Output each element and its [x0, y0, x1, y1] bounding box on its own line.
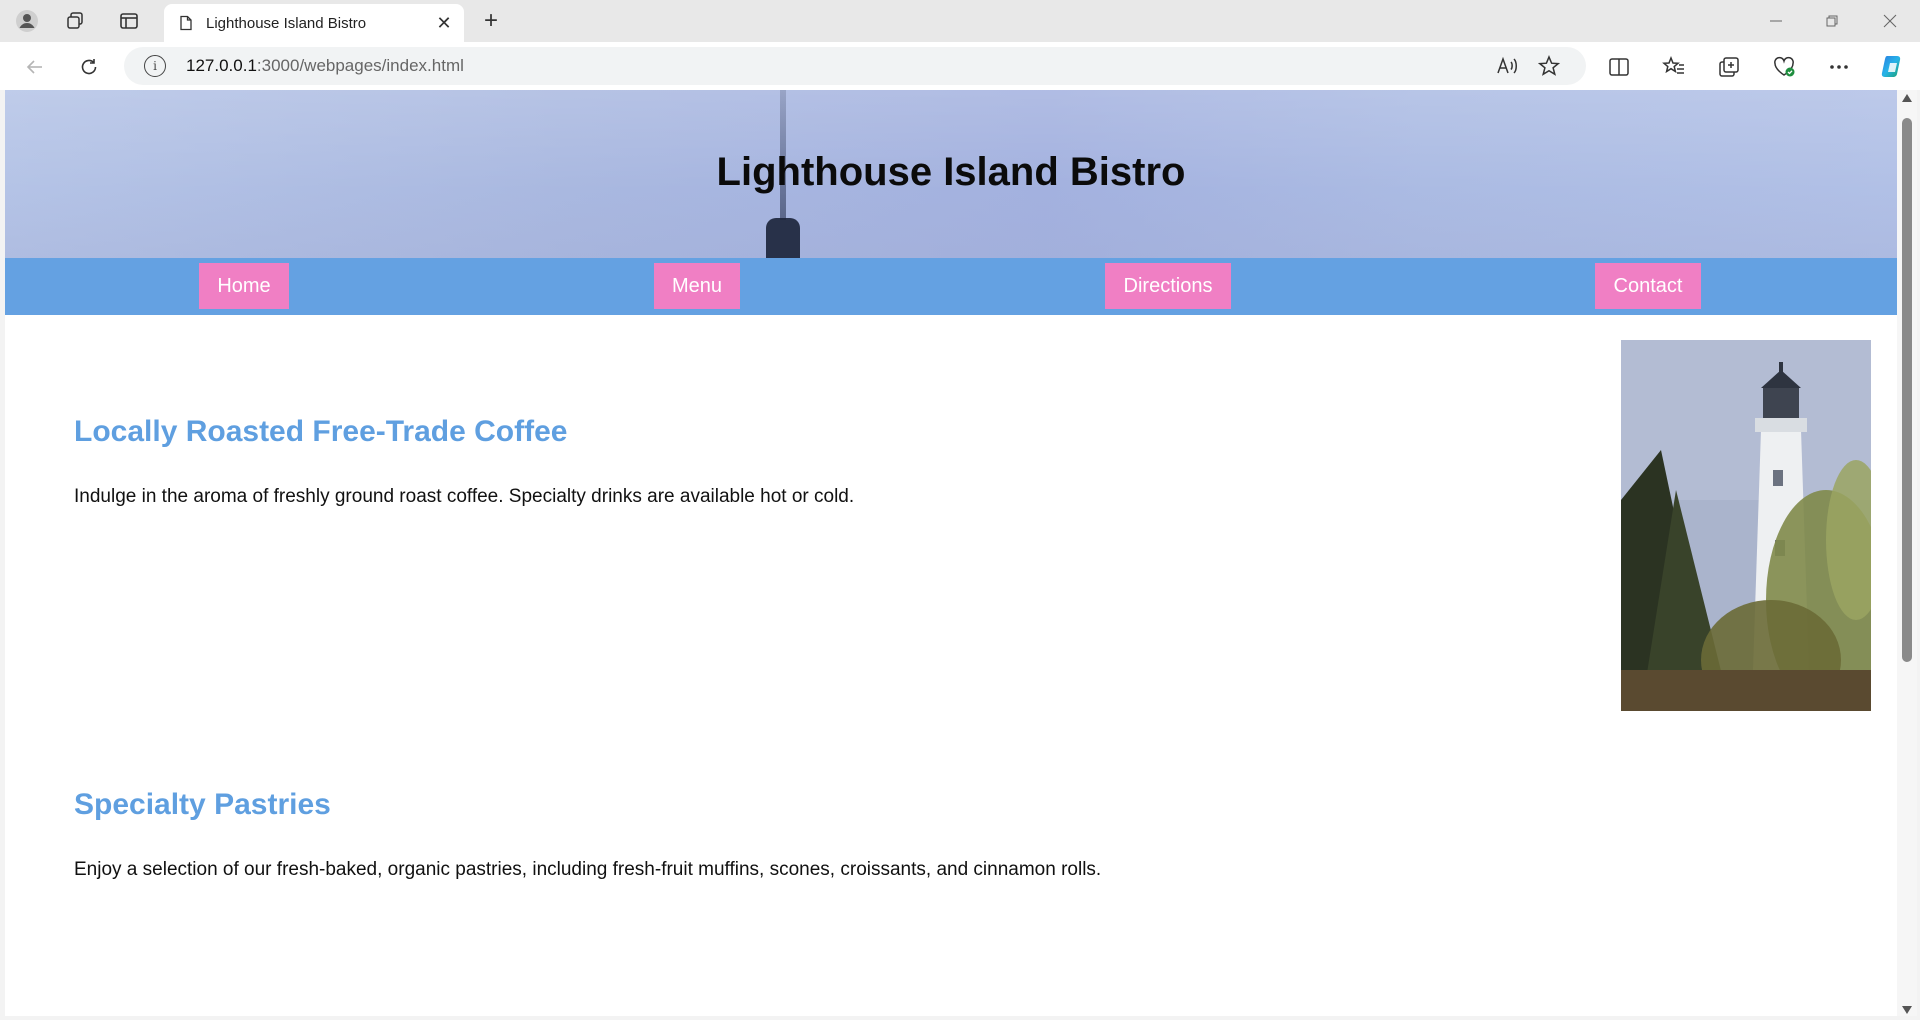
more-options-icon[interactable] — [1822, 50, 1856, 84]
split-screen-icon[interactable] — [1602, 50, 1636, 84]
page-scrollbar[interactable] — [1897, 90, 1917, 1016]
nav-menu[interactable]: Menu — [654, 263, 740, 309]
close-tab-icon[interactable]: ✕ — [430, 9, 458, 37]
pastries-description: Enjoy a selection of our fresh-baked, or… — [74, 859, 1102, 880]
lighthouse-lamp — [766, 218, 800, 258]
profile-icon[interactable] — [12, 6, 42, 36]
page-viewport: Lighthouse Island Bistro Home Menu Direc… — [5, 90, 1897, 1016]
tab-title: Lighthouse Island Bistro — [206, 14, 367, 32]
new-tab-icon[interactable]: + — [476, 6, 506, 36]
copilot-icon[interactable] — [1876, 50, 1910, 84]
nav-contact[interactable]: Contact — [1595, 263, 1701, 309]
scrollbar-thumb[interactable] — [1902, 118, 1912, 662]
tab-strip: Lighthouse Island Bistro ✕ + — [0, 0, 1920, 42]
vertical-tabs-icon[interactable] — [114, 6, 144, 36]
restore-icon[interactable] — [1804, 0, 1860, 42]
scroll-down-icon[interactable] — [1902, 1006, 1912, 1014]
browser-essentials-icon[interactable] — [1767, 50, 1801, 84]
favorite-star-icon[interactable] — [1534, 51, 1564, 81]
scroll-up-icon[interactable] — [1902, 94, 1912, 102]
favorites-icon[interactable] — [1657, 50, 1691, 84]
close-window-icon[interactable] — [1862, 0, 1918, 42]
coffee-description: Indulge in the aroma of freshly ground r… — [74, 486, 855, 507]
site-title: Lighthouse Island Bistro — [716, 150, 1186, 194]
pastries-heading: Specialty Pastries — [74, 788, 331, 821]
page-icon — [180, 15, 192, 31]
coffee-heading: Locally Roasted Free-Trade Coffee — [74, 415, 568, 448]
browser-toolbar: i 127.0.0.1:3000/webpages/index.html — [0, 42, 1920, 90]
workspaces-icon[interactable] — [60, 6, 90, 36]
minimize-icon[interactable] — [1748, 0, 1804, 42]
url-host: 127.0.0.1 — [186, 56, 257, 75]
nav-directions[interactable]: Directions — [1105, 263, 1231, 309]
collections-icon[interactable] — [1712, 50, 1746, 84]
nav-home[interactable]: Home — [199, 263, 289, 309]
page-header: Lighthouse Island Bistro — [5, 90, 1897, 258]
back-icon[interactable] — [18, 50, 52, 84]
lighthouse-photo — [1621, 340, 1871, 711]
browser-tab[interactable]: Lighthouse Island Bistro ✕ — [164, 4, 464, 42]
site-info-icon[interactable]: i — [144, 55, 166, 77]
address-bar[interactable]: i 127.0.0.1:3000/webpages/index.html — [124, 47, 1586, 85]
url-path: :3000/webpages/index.html — [256, 56, 464, 75]
nav-bar: Home Menu Directions Contact — [5, 258, 1897, 315]
read-aloud-icon[interactable] — [1492, 51, 1522, 81]
refresh-icon[interactable] — [72, 50, 106, 84]
